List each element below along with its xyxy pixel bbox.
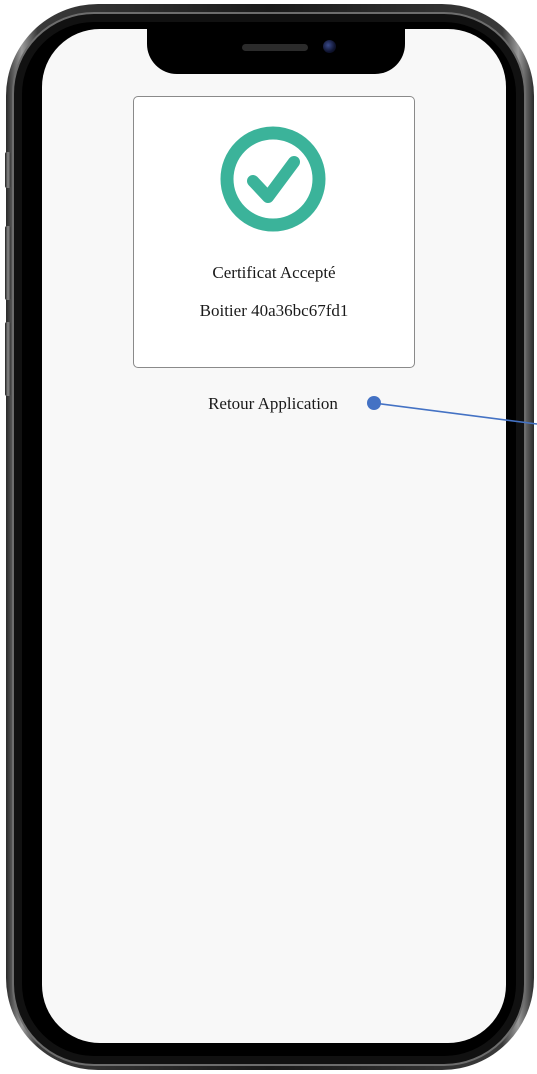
return-application-link[interactable]: Retour Application — [190, 394, 356, 414]
front-camera — [323, 40, 336, 53]
check-circle-icon — [220, 126, 326, 232]
phone-mockup: Certificat Accepté Boitier 40a36bc67fd1 … — [0, 0, 537, 1074]
mute-switch — [5, 152, 11, 188]
volume-up-button — [5, 226, 11, 300]
device-label: Boitier 40a36bc67fd1 — [199, 301, 349, 320]
speaker-grille — [242, 44, 308, 51]
status-title: Certificat Accepté — [212, 263, 336, 282]
phone-notch — [147, 28, 405, 74]
certificate-card: Certificat Accepté Boitier 40a36bc67fd1 — [133, 96, 415, 368]
volume-down-button — [5, 322, 11, 396]
